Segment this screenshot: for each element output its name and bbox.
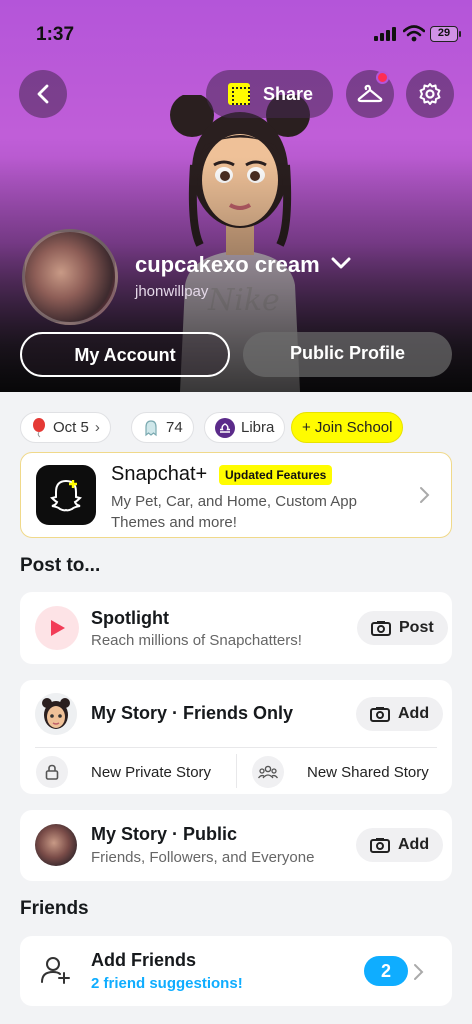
camera-icon (370, 838, 390, 853)
add-friends-card[interactable]: Add Friends 2 friend suggestions! 2 (20, 936, 452, 1006)
chevron-right-icon (420, 487, 430, 503)
back-button[interactable] (19, 70, 67, 118)
spotlight-subtitle: Reach millions of Snapchatters! (91, 632, 302, 649)
my-story-friends-title[interactable]: My Story · Friends Only (91, 703, 293, 724)
add-friend-icon (41, 957, 70, 984)
wifi-icon (403, 25, 425, 42)
updated-features-badge: Updated Features (219, 465, 333, 485)
divider (236, 754, 237, 788)
snapchat-plus-card[interactable]: Snapchat+ Updated Features My Pet, Car, … (20, 452, 452, 538)
birthday-chip[interactable]: Oct 5 › (20, 412, 111, 443)
suggestion-count-badge: 2 (364, 956, 408, 986)
add-friends-title: Add Friends (91, 950, 197, 970)
my-story-public-card[interactable]: My Story · Public Friends, Followers, an… (20, 810, 452, 881)
balloon-icon (33, 417, 45, 437)
snapchat-plus-logo-icon (36, 465, 96, 525)
friends-count-chip[interactable]: 74 (131, 412, 194, 443)
lock-icon (36, 756, 68, 788)
my-story-friends-add-button[interactable]: Add (356, 697, 444, 731)
post-to-heading: Post to... (20, 555, 101, 576)
hanger-icon (357, 84, 383, 103)
friends-count-text: 74 (166, 419, 183, 436)
camera-icon (371, 621, 391, 636)
spotlight-title: Spotlight (91, 608, 169, 628)
status-bar: 1:37 29 (0, 0, 472, 56)
spotlight-play-icon (35, 606, 79, 650)
back-arrow-icon (37, 84, 49, 104)
share-label: Share (263, 83, 314, 104)
my-account-button[interactable]: My Account (20, 332, 230, 377)
zodiac-chip[interactable]: Libra (204, 412, 286, 443)
my-story-friends-card: My Story · Friends Only Add New Private … (20, 680, 452, 794)
add-label: Add (398, 836, 430, 853)
public-profile-button[interactable]: Public Profile (243, 332, 452, 377)
my-story-public-title: My Story · Public (91, 824, 238, 844)
qr-code-icon (228, 83, 250, 105)
birthday-text: Oct 5 (53, 419, 89, 436)
status-time: 1:37 (36, 24, 75, 45)
share-button[interactable]: Share (206, 70, 333, 118)
new-shared-story-button[interactable]: New Shared Story (307, 764, 429, 781)
signal-icon (374, 27, 396, 41)
chevron-right-icon: › (94, 419, 100, 436)
settings-button[interactable] (406, 70, 454, 118)
snapchat-plus-description: My Pet, Car, and Home, Custom App Themes… (111, 493, 357, 531)
my-story-public-add-button[interactable]: Add (356, 828, 444, 862)
friends-heading: Friends (20, 898, 89, 919)
bitmoji-mini-avatar (35, 693, 77, 735)
display-name[interactable]: cupcakexo cream (135, 252, 320, 278)
post-label: Post (399, 619, 434, 636)
chevron-right-icon (414, 964, 424, 980)
notification-dot (376, 71, 389, 84)
my-story-public-subtitle: Friends, Followers, and Everyone (91, 849, 315, 866)
username: jhonwillpay (135, 283, 209, 300)
join-school-chip[interactable]: + Join School (291, 412, 404, 443)
battery-indicator: 29 (430, 26, 461, 42)
friend-suggestions-text: 2 friend suggestions! (91, 975, 243, 992)
spotlight-card[interactable]: Spotlight Reach millions of Snapchatters… (20, 592, 452, 664)
snapchat-plus-title: Snapchat+ (111, 463, 208, 485)
spotlight-post-button[interactable]: Post (357, 611, 448, 645)
new-private-story-button[interactable]: New Private Story (91, 764, 211, 781)
ghost-friends-icon (145, 419, 157, 436)
profile-mini-photo (35, 824, 77, 866)
gear-icon (419, 83, 441, 105)
profile-chips: Oct 5 › 74 Libra + Join School (0, 412, 472, 444)
libra-icon (215, 417, 235, 438)
add-label: Add (398, 705, 430, 722)
divider (35, 747, 437, 748)
chevron-down-icon[interactable] (331, 256, 351, 270)
profile-photo[interactable] (22, 229, 118, 325)
camera-icon (370, 707, 390, 722)
zodiac-text: Libra (241, 419, 275, 436)
group-icon (252, 756, 284, 788)
